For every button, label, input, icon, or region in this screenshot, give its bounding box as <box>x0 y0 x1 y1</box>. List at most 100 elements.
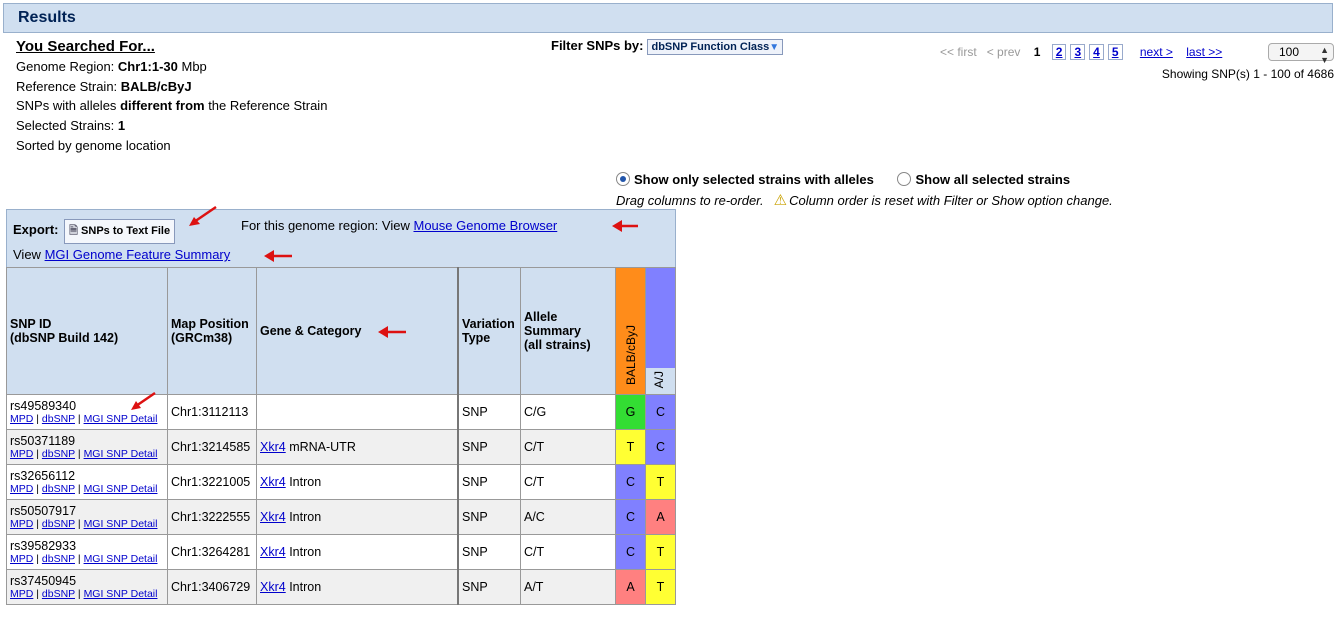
mgi-snp-detail-link[interactable]: MGI SNP Detail <box>84 448 158 460</box>
selected-strains-label: Selected Strains: <box>16 118 115 134</box>
genome-region-row: For this genome region: View Mouse Genom… <box>241 218 557 233</box>
variation-type-cell: SNP <box>457 534 521 570</box>
snp-id: rs50371189 <box>10 434 76 448</box>
page-2-link[interactable]: 2 <box>1051 44 1067 60</box>
snps-to-text-button[interactable]: 🗎 SNPs to Text File <box>64 219 176 244</box>
allele-balb-cell: A <box>615 569 646 605</box>
gene-link[interactable]: Xkr4 <box>260 510 286 524</box>
filter-bar: Filter SNPs by: dbSNP Function Class▼ <box>551 38 784 55</box>
page-size-select[interactable]: 100 ▲ ▼ <box>1268 43 1334 65</box>
radio-selected-icon <box>616 172 630 186</box>
filter-funnel-icon: ▼ <box>769 42 780 53</box>
mpd-link[interactable]: MPD <box>10 553 33 565</box>
document-icon: 🗎 <box>69 225 78 237</box>
mgi-snp-detail-link[interactable]: MGI SNP Detail <box>84 553 158 565</box>
mgi-snp-detail-link[interactable]: MGI SNP Detail <box>84 518 158 530</box>
gene-category-cell: Xkr4 mRNA-UTR <box>256 429 459 465</box>
arrow-browser-icon <box>612 220 638 232</box>
allele-summary-cell: C/G <box>520 394 616 430</box>
gene-category: mRNA-UTR <box>289 440 356 454</box>
table-header-row: SNP ID (dbSNP Build 142) Map Position (GRC… <box>6 267 676 395</box>
gene-category-cell: Xkr4 Intron <box>256 534 459 570</box>
allele-balb-cell: C <box>615 464 646 500</box>
dbsnp-link[interactable]: dbSNP <box>42 553 75 565</box>
alleles-text: SNPs with alleles <box>16 98 117 114</box>
snp-id-header: SNP ID <box>10 317 52 331</box>
dbsnp-link[interactable]: dbSNP <box>42 588 75 600</box>
mpd-link[interactable]: MPD <box>10 413 33 425</box>
table-row: rs49589340 MPD | dbSNP | MGI SNP Detail Ch… <box>6 394 676 430</box>
mpd-link[interactable]: MPD <box>10 588 33 600</box>
table-row: rs50507917 MPD | dbSNP | MGI SNP Detail Ch… <box>6 499 676 535</box>
warning-icon: ⚠ <box>773 192 788 209</box>
radio-unselected-icon <box>897 172 912 186</box>
filter-label: Filter SNPs by: <box>551 38 644 53</box>
col-strain-aj[interactable]: A/J <box>645 267 676 395</box>
last-page-link[interactable]: last >> <box>1186 45 1222 59</box>
allele-balb-cell: C <box>615 534 646 570</box>
dbsnp-link[interactable]: dbSNP <box>42 483 75 495</box>
gene-link[interactable]: Xkr4 <box>260 545 286 559</box>
variation-type-cell: SNP <box>457 429 521 465</box>
mgi-snp-detail-link[interactable]: MGI SNP Detail <box>84 483 158 495</box>
pagination: << first < prev 1 2345 next > last >> <box>940 44 1222 60</box>
page-3-link[interactable]: 3 <box>1070 44 1086 60</box>
allele-aj-cell: T <box>645 534 676 570</box>
allele-aj-cell: C <box>645 394 676 430</box>
next-page-link[interactable]: next > <box>1140 45 1173 59</box>
alleles-bold: different from <box>120 98 205 114</box>
gene-link[interactable]: Xkr4 <box>260 580 286 594</box>
arrow-export-icon <box>189 205 217 226</box>
snp-links: MPD | dbSNP | MGI SNP Detail <box>10 413 158 425</box>
dbsnp-link[interactable]: dbSNP <box>42 448 75 460</box>
snp-id-cell: rs37450945 MPD | dbSNP | MGI SNP Detail <box>6 569 168 605</box>
first-page-link[interactable]: << first <box>940 45 977 59</box>
col-allele-summary[interactable]: Allele Summary (all strains) <box>520 267 616 395</box>
table-row: rs32656112 MPD | dbSNP | MGI SNP Detail Ch… <box>6 464 676 500</box>
allele-balb-cell: C <box>615 499 646 535</box>
gene-link[interactable]: Xkr4 <box>260 440 286 454</box>
filter-button-label: dbSNP Function Class <box>651 41 770 53</box>
mpd-link[interactable]: MPD <box>10 483 33 495</box>
select-arrows-icon: ▲ ▼ <box>1320 45 1329 65</box>
current-page: 1 <box>1033 45 1041 59</box>
dbsnp-link[interactable]: dbSNP <box>42 413 75 425</box>
variation-type-cell: SNP <box>457 499 521 535</box>
allele-balb-cell: T <box>615 429 646 465</box>
arrow-snp-detail-icon <box>131 391 156 410</box>
mpd-link[interactable]: MPD <box>10 448 33 460</box>
page-5-link[interactable]: 5 <box>1107 44 1123 60</box>
allele-summary-cell: A/C <box>520 499 616 535</box>
snp-id-cell: rs32656112 MPD | dbSNP | MGI SNP Detail <box>6 464 168 500</box>
dbsnp-link[interactable]: dbSNP <box>42 518 75 530</box>
gene-header: Gene & Category <box>260 324 362 338</box>
function-class-filter-button[interactable]: dbSNP Function Class▼ <box>647 39 784 55</box>
col-gene-category[interactable]: Gene & Category <box>256 267 459 395</box>
view-text: View <box>13 247 41 262</box>
prev-page-link[interactable]: < prev <box>987 45 1021 59</box>
show-all-label: Show all selected strains <box>915 172 1071 187</box>
searched-heading: You Searched For... <box>16 38 155 55</box>
col-snp-id[interactable]: SNP ID (dbSNP Build 142) <box>6 267 168 395</box>
map-header: Map Position <box>171 317 249 331</box>
show-all-radio[interactable]: Show all selected strains <box>897 172 1070 187</box>
gene-category-cell: Xkr4 Intron <box>256 569 459 605</box>
arrow-gene-category-icon <box>378 326 406 338</box>
allele-aj-cell: A <box>645 499 676 535</box>
drag-note: Drag columns to re-order. ⚠ Column order i… <box>616 191 1113 209</box>
mgi-genome-feature-link[interactable]: MGI Genome Feature Summary <box>45 247 231 262</box>
show-selected-radio[interactable]: Show only selected strains with alleles <box>616 172 874 187</box>
mouse-genome-browser-link[interactable]: Mouse Genome Browser <box>413 218 557 233</box>
page-4-link[interactable]: 4 <box>1089 44 1104 60</box>
mgi-snp-detail-link[interactable]: MGI SNP Detail <box>84 588 158 600</box>
snp-table: SNP ID (dbSNP Build 142) Map Position (GRC… <box>6 267 676 605</box>
gene-link[interactable]: Xkr4 <box>260 475 286 489</box>
mgi-snp-detail-link[interactable]: MGI SNP Detail <box>84 413 158 425</box>
region-unit: Mbp <box>181 58 207 74</box>
col-strain-balb[interactable]: BALB/cByJ <box>615 267 646 395</box>
allele-header-2: Summary <box>524 324 581 338</box>
variation-header: Variation <box>462 317 515 331</box>
col-map-position[interactable]: Map Position (GRCm38) <box>167 267 257 395</box>
mpd-link[interactable]: MPD <box>10 518 33 530</box>
col-variation-type[interactable]: Variation Type <box>457 267 521 395</box>
